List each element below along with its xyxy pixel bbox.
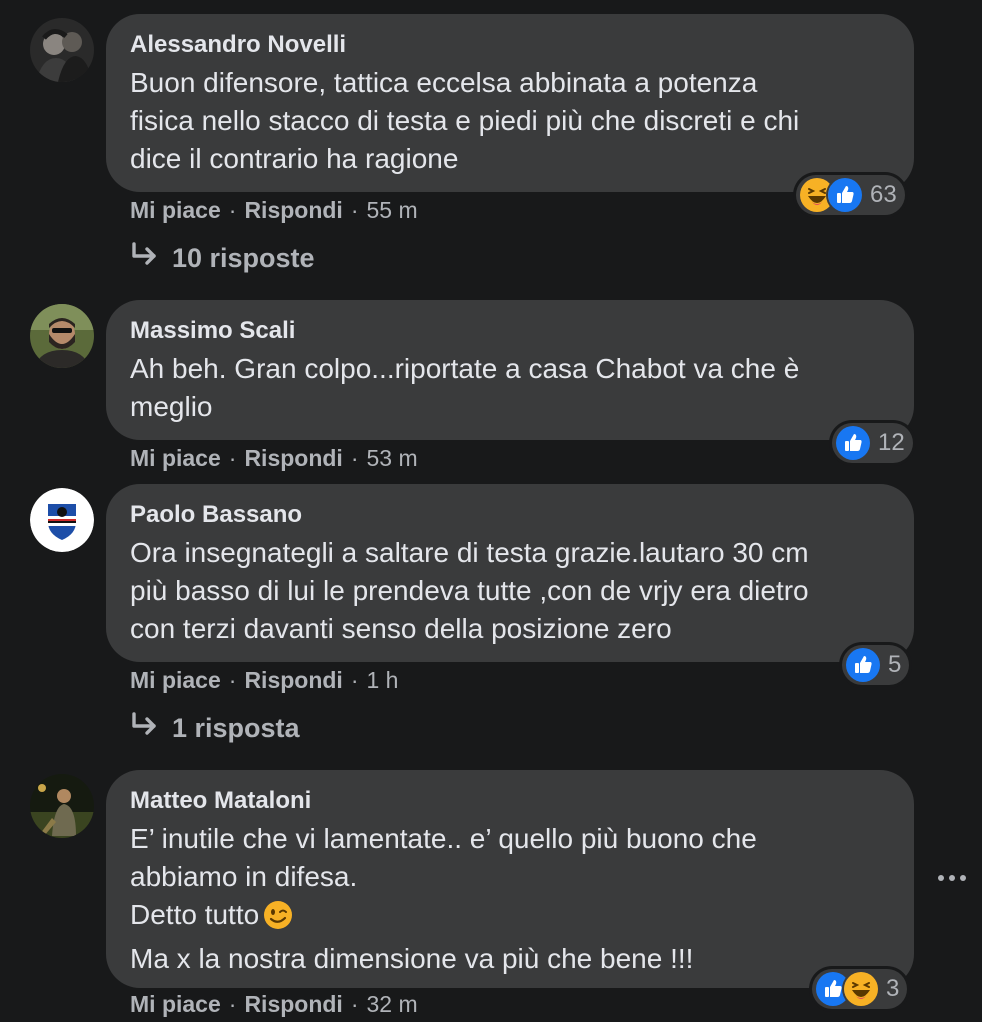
replies-label: 1 risposta	[172, 713, 300, 743]
separator: ·	[228, 991, 237, 1017]
separator: ·	[350, 667, 359, 693]
separator: ·	[228, 197, 237, 223]
avatar[interactable]	[30, 488, 94, 552]
avatar[interactable]	[30, 304, 94, 368]
reaction-icons	[846, 648, 880, 682]
reply-button[interactable]: Rispondi	[244, 197, 342, 223]
reactions-summary[interactable]: 3	[812, 969, 908, 1009]
reaction-count: 5	[888, 651, 902, 678]
comment-text-line: meglio	[130, 391, 213, 422]
like-icon	[846, 648, 880, 682]
replies-label: 10 risposte	[172, 243, 315, 273]
reaction-icons	[836, 426, 870, 460]
reply-arrow-icon	[130, 242, 160, 275]
comment-actions: Mi piace · Rispondi · 53 m	[130, 443, 418, 473]
winking-face-icon	[263, 900, 293, 940]
comment-text-line: Buon difensore, tattica eccelsa abbinata…	[130, 67, 758, 98]
comment-text-line: E’ inutile che vi lamentate.. e’ quello …	[130, 823, 757, 854]
reaction-count: 3	[886, 975, 900, 1002]
comment-author[interactable]: Alessandro Novelli	[130, 30, 890, 60]
comment-bubble: Paolo Bassano Ora insegnategli a saltare…	[106, 484, 914, 662]
comment-author[interactable]: Massimo Scali	[130, 316, 890, 346]
comment-text-line: più basso di lui le prendeva tutte ,con …	[130, 575, 809, 606]
comment-actions: Mi piace · Rispondi · 32 m	[130, 989, 418, 1019]
separator: ·	[228, 445, 237, 471]
comment-text-line: fisica nello stacco di testa e piedi più…	[130, 105, 800, 136]
comment-timestamp[interactable]: 1 h	[367, 667, 399, 693]
avatar[interactable]	[30, 774, 94, 838]
reaction-icons	[816, 972, 878, 1006]
avatar[interactable]	[30, 18, 94, 82]
like-button[interactable]: Mi piace	[130, 445, 221, 471]
comment-timestamp[interactable]: 32 m	[367, 991, 418, 1017]
reaction-count: 63	[870, 181, 897, 208]
comment-text-line: Ah beh. Gran colpo...riportate a casa Ch…	[130, 353, 800, 384]
reply-button[interactable]: Rispondi	[244, 991, 342, 1017]
comment-text-line: Detto tutto	[130, 896, 890, 940]
separator: ·	[350, 445, 359, 471]
comment-text-line: abbiamo in difesa.	[130, 861, 358, 892]
like-button[interactable]: Mi piace	[130, 991, 221, 1017]
comment-text-line: con terzi davanti senso della posizione …	[130, 613, 672, 644]
comment-text-line: Ora insegnategli a saltare di testa graz…	[130, 537, 809, 568]
comment-bubble: Alessandro Novelli Buon difensore, tatti…	[106, 14, 914, 192]
comment-author[interactable]: Matteo Mataloni	[130, 786, 890, 816]
haha-icon	[844, 972, 878, 1006]
like-icon	[828, 178, 862, 212]
comment-text-line: dice il contrario ha ragione	[130, 143, 459, 174]
comment-author[interactable]: Paolo Bassano	[130, 500, 890, 530]
comment-actions: Mi piace · Rispondi · 55 m	[130, 195, 418, 225]
separator: ·	[350, 197, 359, 223]
reply-button[interactable]: Rispondi	[244, 667, 342, 693]
like-button[interactable]: Mi piace	[130, 197, 221, 223]
reactions-summary[interactable]: 63	[796, 175, 905, 215]
reply-button[interactable]: Rispondi	[244, 445, 342, 471]
view-replies-button[interactable]: 1 risposta	[130, 712, 300, 745]
like-icon	[836, 426, 870, 460]
comments-page: Alessandro Novelli Buon difensore, tatti…	[0, 0, 982, 1022]
separator: ·	[228, 667, 237, 693]
like-button[interactable]: Mi piace	[130, 667, 221, 693]
comment-timestamp[interactable]: 53 m	[367, 445, 418, 471]
reaction-count: 12	[878, 429, 905, 456]
comment-bubble: Massimo Scali Ah beh. Gran colpo...ripor…	[106, 300, 914, 440]
comment-actions: Mi piace · Rispondi · 1 h	[130, 665, 398, 695]
more-options-icon[interactable]	[936, 864, 968, 892]
reply-arrow-icon	[130, 712, 160, 745]
reaction-icons	[800, 178, 862, 212]
comment-text-line: Ma x la nostra dimensione va più che ben…	[130, 943, 694, 974]
reactions-summary[interactable]: 12	[832, 423, 913, 463]
comment-bubble: Matteo Mataloni E’ inutile che vi lament…	[106, 770, 914, 988]
comment-timestamp[interactable]: 55 m	[367, 197, 418, 223]
reactions-summary[interactable]: 5	[842, 645, 910, 685]
comment-text: Detto tutto	[130, 899, 260, 930]
separator: ·	[350, 991, 359, 1017]
view-replies-button[interactable]: 10 risposte	[130, 242, 315, 275]
